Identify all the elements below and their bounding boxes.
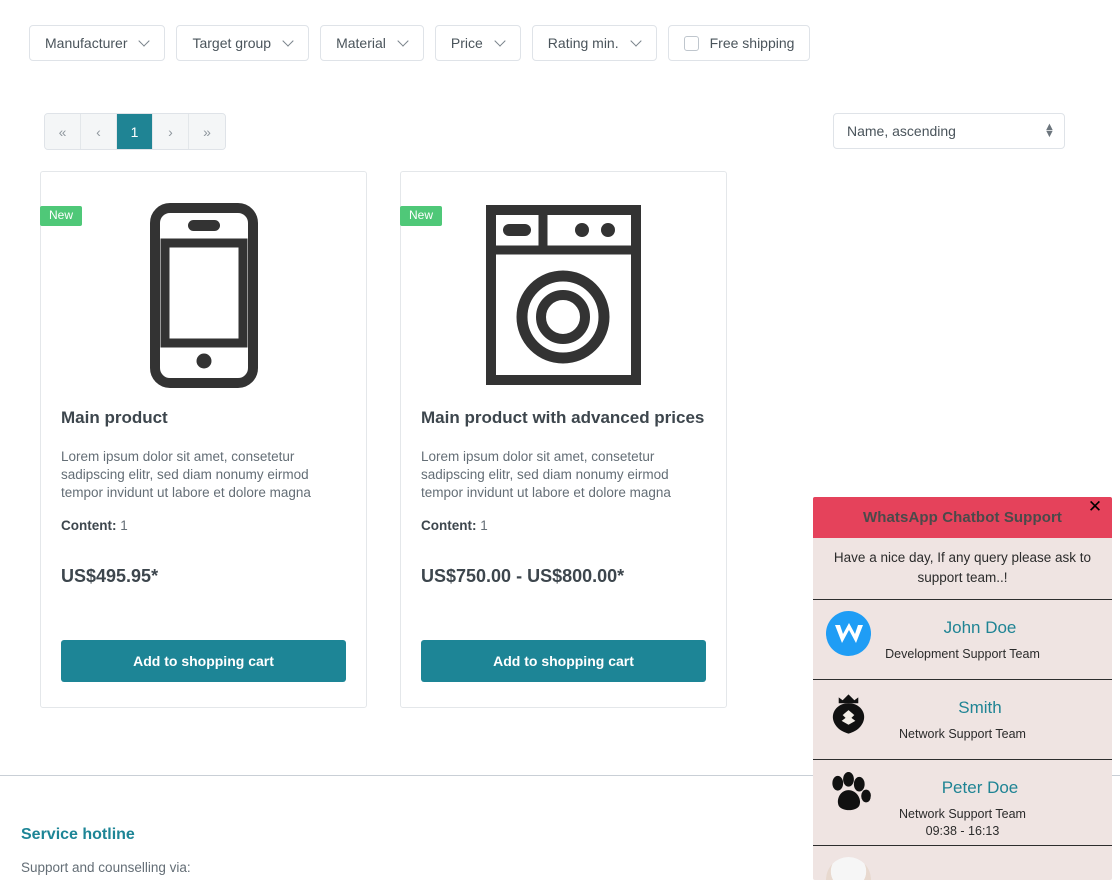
product-thumbnail[interactable] — [41, 172, 366, 402]
filter-price[interactable]: Price — [434, 25, 521, 61]
filter-rating-min[interactable]: Rating min. — [531, 25, 657, 61]
product-title: Main product with advanced prices — [421, 408, 705, 427]
photo-avatar — [826, 857, 871, 880]
chat-greeting: Have a nice day, If any query please ask… — [833, 550, 1092, 585]
chat-contact-time: 09:38 - 16:13 — [925, 824, 1000, 839]
sort-control: Name, ascending ▲ ▼ — [833, 113, 1065, 149]
lion-crown-icon — [832, 694, 865, 734]
close-icon[interactable]: ✕ — [1084, 497, 1106, 519]
washing-machine-icon — [486, 205, 641, 385]
product-thumbnail[interactable] — [401, 172, 726, 402]
product-info: Main product Lorem ipsum dolor sit amet,… — [41, 408, 366, 587]
product-content: Content: 1 — [61, 518, 346, 533]
product-title: Main product — [61, 408, 168, 427]
add-to-cart-button[interactable]: Add to shopping cart — [61, 640, 346, 682]
filter-material[interactable]: Material — [320, 25, 424, 61]
filter-manufacturer[interactable]: Manufacturer — [29, 25, 166, 61]
product-price: US$495.95* — [61, 565, 159, 586]
filter-free-shipping[interactable]: Free shipping — [667, 25, 811, 61]
product-grid: New Main product Lorem ipsum dolor sit a… — [40, 171, 727, 708]
pagination-first[interactable]: « — [45, 114, 81, 149]
product-description: Lorem ipsum dolor sit amet, consetetur s… — [61, 448, 311, 501]
chat-title: WhatsApp Chatbot Support — [862, 509, 1063, 526]
chevron-down-icon — [399, 37, 410, 48]
product-content-label: Content: — [61, 517, 117, 533]
whatsapp-logo-icon — [834, 622, 863, 643]
pagination: « ‹ 1 › » — [44, 113, 226, 150]
sort-select[interactable]: Name, ascending — [833, 113, 1065, 149]
filter-rating-min-label: Rating min. — [547, 35, 619, 51]
chat-contact-item[interactable]: Peter Doe Network Support Team 09:38 - 1… — [813, 759, 1112, 845]
filter-bar: Manufacturer Target group Material Price… — [29, 25, 811, 61]
whatsapp-chat-widget: WhatsApp Chatbot Support ✕ Have a nice d… — [813, 497, 1112, 880]
filter-manufacturer-label: Manufacturer — [45, 35, 128, 51]
product-card[interactable]: New Main product with advanced prices Lo… — [400, 171, 727, 708]
chat-contact-item[interactable]: Smith Network Support Team — [813, 679, 1112, 759]
smartphone-icon — [149, 202, 258, 388]
pagination-prev[interactable]: ‹ — [81, 114, 117, 149]
product-listing-page: Manufacturer Target group Material Price… — [0, 0, 1120, 880]
status-badge-new: New — [400, 206, 443, 227]
filter-target-group-label: Target group — [192, 35, 272, 51]
product-card[interactable]: New Main product Lorem ipsum dolor sit a… — [40, 171, 367, 708]
pagination-next[interactable]: › — [153, 114, 189, 149]
chat-header: WhatsApp Chatbot Support ✕ — [813, 497, 1112, 538]
product-price: US$750.00 - US$800.00* — [421, 565, 625, 586]
paw-print-icon — [832, 771, 871, 810]
pagination-page-1[interactable]: 1 — [117, 114, 153, 149]
paw-print-avatar — [826, 771, 871, 816]
photo-avatar-image — [826, 857, 871, 880]
product-content: Content: 1 — [421, 518, 706, 533]
pagination-last[interactable]: » — [189, 114, 225, 149]
product-description: Lorem ipsum dolor sit amet, consetetur s… — [421, 448, 671, 501]
free-shipping-checkbox[interactable] — [683, 35, 699, 51]
filter-free-shipping-label: Free shipping — [709, 35, 795, 51]
product-info: Main product with advanced prices Lorem … — [401, 408, 726, 587]
product-content-label: Content: — [421, 517, 477, 533]
lion-crown-avatar — [826, 691, 871, 736]
status-badge-new: New — [40, 206, 83, 227]
product-content-value: 1 — [120, 517, 128, 533]
whatsapp-logo-avatar — [826, 611, 871, 657]
chat-contact-item[interactable]: John Doe Development Support Team — [813, 599, 1112, 679]
filter-material-label: Material — [336, 35, 386, 51]
chat-contact-item[interactable] — [813, 845, 1112, 880]
footer-service-hotline-title: Service hotline — [21, 826, 135, 843]
filter-target-group[interactable]: Target group — [176, 25, 310, 61]
add-to-cart-button[interactable]: Add to shopping cart — [421, 640, 706, 682]
chevron-down-icon — [284, 37, 295, 48]
chevron-down-icon — [140, 37, 151, 48]
chevron-down-icon — [496, 37, 507, 48]
product-content-value: 1 — [480, 517, 488, 533]
filter-price-label: Price — [450, 35, 483, 51]
chevron-down-icon — [632, 37, 643, 48]
footer-service-hotline-subtitle: Support and counselling via: — [21, 860, 191, 875]
